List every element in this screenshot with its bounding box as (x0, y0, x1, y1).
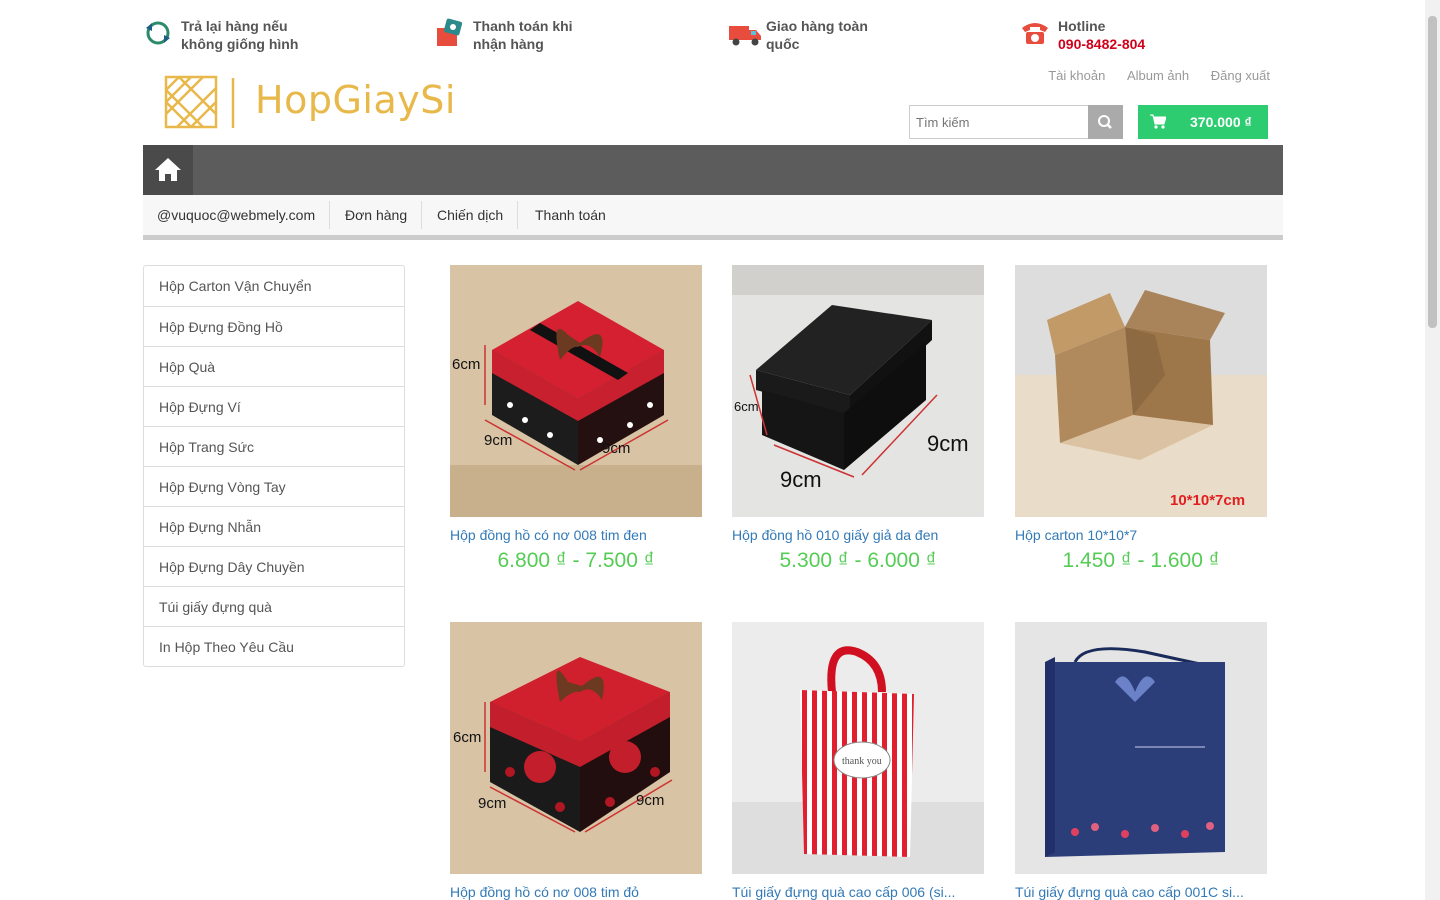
benefit-cod-line2: nhận hàng (473, 36, 544, 52)
product-image[interactable]: thank you (732, 622, 984, 874)
subnav-campaigns[interactable]: Chiến dịch (423, 201, 519, 229)
cart-button[interactable]: 370.000 ₫ (1138, 105, 1268, 139)
category-item[interactable]: Hộp Đựng Ví (144, 386, 404, 426)
sub-nav: @vuquoc@webmely.com Đơn hàng Chiến dịch … (143, 195, 1283, 240)
logo-text: HopGiaySi (255, 78, 456, 122)
category-item[interactable]: In Hộp Theo Yêu Cầu (144, 626, 404, 666)
subnav-orders[interactable]: Đơn hàng (331, 201, 423, 229)
search-icon (1098, 115, 1112, 129)
product-price: 6.800 ₫ - 7.500 ₫ (497, 549, 655, 572)
product-dimension-label: 9cm (636, 792, 664, 809)
phone-icon (1022, 23, 1048, 44)
subnav-user-email[interactable]: @vuquoc@webmely.com (143, 201, 331, 229)
album-link[interactable]: Album ảnh (1127, 68, 1189, 83)
product-price: 5.300 ₫ - 6.000 ₫ (779, 549, 937, 572)
logout-link[interactable]: Đăng xuất (1211, 68, 1270, 83)
benefit-cod-line1: Thanh toán khi (473, 18, 573, 34)
category-item[interactable]: Hộp Đựng Nhẫn (144, 506, 404, 546)
benefit-return-line2: không giống hình (181, 36, 299, 52)
benefit-return-line1: Trả lại hàng nếu (181, 18, 288, 34)
product-name[interactable]: Hộp carton 10*10*7 (1015, 527, 1137, 543)
logo-mark (164, 75, 235, 129)
product-dimension-label: 6cm (452, 356, 480, 373)
benefit-shipping-line1: Giao hàng toàn (766, 18, 868, 34)
category-item[interactable]: Hộp Carton Vận Chuyển (144, 266, 404, 306)
cart-total: 370.000 ₫ (1190, 114, 1252, 130)
scrollbar-thumb[interactable] (1428, 16, 1437, 328)
product-name[interactable]: Hộp đồng hồ có nơ 008 tim đỏ (450, 884, 639, 900)
product-name[interactable]: Hộp đồng hồ có nơ 008 tim đen (450, 527, 647, 543)
page: Trả lại hàng nếu không giống hình Thanh … (0, 0, 1440, 900)
product-name[interactable]: Túi giấy đựng quà cao cấp 001C si... (1015, 884, 1244, 900)
search-box (909, 105, 1123, 139)
category-sidebar: Hộp Carton Vận Chuyển Hộp Đựng Đồng Hồ H… (143, 265, 405, 667)
search-input[interactable] (910, 106, 1088, 138)
product-dimension-label: 9cm (780, 467, 822, 492)
product-image[interactable] (1015, 622, 1267, 874)
category-item[interactable]: Túi giấy đựng quà (144, 586, 404, 626)
product-dimension-label: 6cm (453, 729, 481, 746)
home-icon (155, 158, 181, 181)
refresh-icon (146, 21, 170, 45)
product-dimension-label: 9cm (927, 431, 969, 456)
product-dimension-label: 9cm (484, 432, 512, 449)
product-dimension-label: 10*10*7cm (1170, 492, 1245, 509)
product-name[interactable]: Túi giấy đựng quà cao cấp 006 (si... (732, 884, 955, 900)
cart-icon (1150, 114, 1166, 129)
product-dimension-label: 9cm (602, 440, 630, 457)
site-logo[interactable]: HopGiaySi (163, 70, 455, 132)
subnav-payment[interactable]: Thanh toán (521, 201, 620, 229)
home-button[interactable] (143, 145, 193, 195)
benefits-strip: Trả lại hàng nếu không giống hình Thanh … (143, 16, 1283, 56)
account-link[interactable]: Tài khoản (1048, 68, 1105, 83)
product-price: 1.450 ₫ - 1.600 ₫ (1062, 549, 1220, 572)
category-item[interactable]: Hộp Đựng Đồng Hồ (144, 306, 404, 346)
hotline-label: Hotline (1058, 18, 1106, 34)
bag-label: thank you (842, 756, 882, 767)
category-item[interactable]: Hộp Trang Sức (144, 426, 404, 466)
category-item[interactable]: Hộp Đựng Dây Chuyền (144, 546, 404, 586)
category-item[interactable]: Hộp Quà (144, 346, 404, 386)
delivery-truck-icon (729, 26, 761, 46)
product-image[interactable]: 10*10*7cm (1015, 265, 1267, 517)
product-name[interactable]: Hộp đồng hồ 010 giấy giả da đen (732, 527, 938, 543)
benefit-shipping-line2: quốc (766, 36, 800, 52)
product-dimension-label: 9cm (478, 795, 506, 812)
category-item[interactable]: Hộp Đựng Vòng Tay (144, 466, 404, 506)
main-nav (143, 145, 1283, 195)
page-scrollbar[interactable] (1425, 0, 1440, 900)
account-links: Tài khoản Album ảnh Đăng xuất (1030, 68, 1270, 83)
product-image[interactable]: 6cm 9cm 9cm (450, 265, 702, 517)
product-image[interactable]: 6cm 9cm 9cm (732, 265, 984, 517)
cash-payment-icon (437, 18, 463, 46)
product-image[interactable]: 6cm 9cm 9cm (450, 622, 702, 874)
hotline-number[interactable]: 090-8482-804 (1058, 35, 1208, 53)
search-button[interactable] (1088, 105, 1123, 139)
product-dimension-label: 6cm (734, 399, 759, 414)
